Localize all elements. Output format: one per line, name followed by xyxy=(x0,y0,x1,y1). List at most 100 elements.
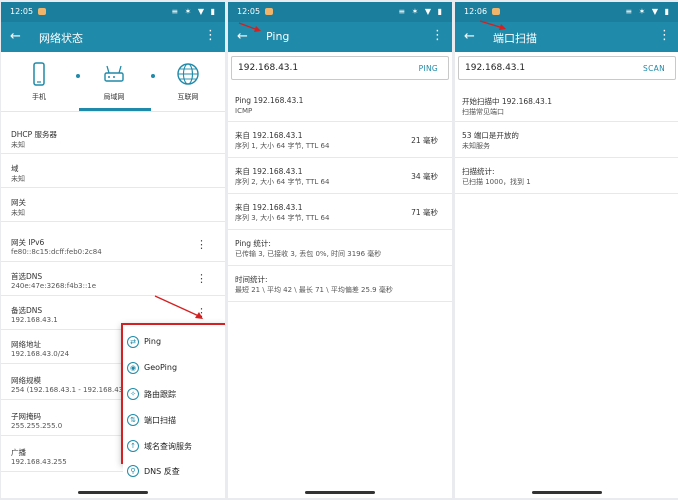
info-row-domain[interactable]: 域 未知 xyxy=(1,154,225,188)
info-label: 广播 xyxy=(11,448,26,457)
timing-title: 时间统计: xyxy=(235,275,268,284)
menu-item-label: 端口扫描 xyxy=(144,416,176,425)
stats-title: Ping 统计: xyxy=(235,239,271,248)
whois-icon: ↑ xyxy=(127,440,139,452)
network-nav: 手机 局域网 互联网 xyxy=(1,52,225,112)
row-more-icon[interactable]: ⋮ xyxy=(196,272,207,285)
scan-button[interactable]: SCAN xyxy=(643,64,665,73)
ping-result-row: 来自 192.168.43.1 序列 2, 大小 64 字节, TTL 64 3… xyxy=(228,158,452,194)
row-more-icon[interactable]: ⋮ xyxy=(196,238,207,251)
nav-internet-label: 互联网 xyxy=(177,93,199,101)
page-title: 端口扫描 xyxy=(493,32,537,45)
info-row-primary-dns[interactable]: 首选DNS 240e:47e:3268:f4b3::1e ⋮ xyxy=(1,262,225,296)
more-vertical-icon[interactable]: ⋮ xyxy=(658,28,671,43)
info-value: 未知 xyxy=(11,209,25,217)
info-value: 192.168.43.255 xyxy=(11,458,67,466)
more-vertical-icon[interactable]: ⋮ xyxy=(431,28,444,43)
timing-statistics: 时间统计: 最短 21 \ 平均 42 \ 最长 71 \ 平均偏差 25.9 … xyxy=(228,266,452,302)
status-bar: 12:05 ≡ ✶ ▼ ▮ xyxy=(228,2,452,22)
menu-item-whois[interactable]: ↑ 域名查询服务 xyxy=(123,433,225,459)
status-time: 12:06 xyxy=(464,7,488,16)
nav-phone[interactable]: 手机 xyxy=(14,62,64,102)
status-time: 12:05 xyxy=(10,7,34,16)
annotation-arrow-icon xyxy=(479,20,506,30)
reply-time: 71 毫秒 xyxy=(411,208,438,217)
geoping-icon: ◉ xyxy=(127,362,139,374)
menu-item-traceroute[interactable]: ✧ 路由跟踪 xyxy=(123,381,225,407)
page-title: 网络状态 xyxy=(39,32,83,45)
port-scan-icon: ⇅ xyxy=(127,414,139,426)
info-label: 首选DNS xyxy=(11,272,43,281)
arrow-left-icon[interactable]: ← xyxy=(464,29,475,44)
home-indicator[interactable] xyxy=(78,491,148,494)
more-vertical-icon[interactable]: ⋮ xyxy=(204,28,217,43)
info-row-dhcp[interactable]: DHCP 服务器 未知 xyxy=(1,120,225,154)
scan-start-block: 开始扫描中 192.168.43.1 扫描常见端口 xyxy=(455,88,678,122)
ping-result-row: 来自 192.168.43.1 序列 3, 大小 64 字节, TTL 64 7… xyxy=(228,194,452,230)
scan-stats-title: 扫描统计: xyxy=(462,167,495,176)
menu-item-ping[interactable]: ⇄ Ping xyxy=(123,329,225,355)
reply-from: 来自 192.168.43.1 xyxy=(235,131,303,140)
info-label: 网关 xyxy=(11,198,26,207)
info-label: 网关 IPv6 xyxy=(11,238,45,247)
info-row-gateway[interactable]: 网关 未知 xyxy=(1,188,225,222)
info-value: 未知 xyxy=(11,141,25,149)
open-port: 53 端口是开放的 xyxy=(462,131,519,140)
nav-lan-label: 局域网 xyxy=(103,93,125,101)
annotation-arrow-icon xyxy=(154,295,203,319)
menu-item-label: GeoPing xyxy=(144,363,178,372)
ping-protocol: ICMP xyxy=(235,107,253,115)
host-input-value: 192.168.43.1 xyxy=(238,63,299,73)
host-input[interactable]: 192.168.43.1 PING xyxy=(231,56,449,80)
scan-mode: 扫描常见端口 xyxy=(462,108,504,116)
menu-item-reverse-dns[interactable]: ⚲ DNS 反查 xyxy=(123,458,225,484)
reply-time: 34 毫秒 xyxy=(411,172,438,181)
system-status-icons: ≡ ✶ ▼ ▮ xyxy=(171,7,217,16)
nav-internet[interactable]: 互联网 xyxy=(163,62,213,102)
ping-statistics: Ping 统计: 已传输 3, 已接收 3, 丢包 0%, 时间 3196 毫秒 xyxy=(228,230,452,266)
menu-item-port-scan[interactable]: ⇅ 端口扫描 xyxy=(123,407,225,433)
traceroute-icon: ✧ xyxy=(127,388,139,400)
info-value: 254 (192.168.43.1 - 192.168.43.2... xyxy=(11,386,137,394)
app-notification-icon xyxy=(265,8,273,15)
nav-separator xyxy=(151,74,155,78)
info-value: 255.255.255.0 xyxy=(11,422,63,430)
network-status-screen: 12:05 ≡ ✶ ▼ ▮ ← 网络状态 ⋮ 手机 局域网 互联网 DHCP 服… xyxy=(1,2,225,498)
scan-stats-value: 已扫描 1000，找到 1 xyxy=(462,178,531,186)
ping-screen: 12:05 ≡ ✶ ▼ ▮ ← Ping ⋮ 192.168.43.1 PING… xyxy=(228,2,452,498)
info-value: fe80::8c15:dcff:feb0:2c84 xyxy=(11,248,102,256)
ping-icon: ⇄ xyxy=(127,336,139,348)
nav-lan[interactable]: 局域网 xyxy=(89,62,139,102)
host-input-value: 192.168.43.1 xyxy=(465,63,526,73)
annotation-arrow-icon xyxy=(238,22,261,32)
menu-item-label: Ping xyxy=(144,337,162,346)
info-label: 网络地址 xyxy=(11,340,41,349)
info-label: 子网掩码 xyxy=(11,412,41,421)
scan-statistics-block: 扫描统计: 已扫描 1000，找到 1 xyxy=(455,158,678,194)
menu-item-geoping[interactable]: ◉ GeoPing xyxy=(123,355,225,381)
ping-result-row: 来自 192.168.43.1 序列 1, 大小 64 字节, TTL 64 2… xyxy=(228,122,452,158)
reply-detail: 序列 2, 大小 64 字节, TTL 64 xyxy=(235,178,330,186)
host-input[interactable]: 192.168.43.1 SCAN xyxy=(458,56,676,80)
status-time: 12:05 xyxy=(237,7,261,16)
port-scan-screen: 12:06 ≡ ✶ ▼ ▮ ← 端口扫描 ⋮ 192.168.43.1 SCAN… xyxy=(455,2,678,498)
ping-target: Ping 192.168.43.1 xyxy=(235,96,304,105)
search-icon: ⚲ xyxy=(127,465,139,477)
info-label: 域 xyxy=(11,164,19,173)
ping-header: Ping 192.168.43.1 ICMP xyxy=(228,88,452,122)
page-title: Ping xyxy=(266,30,290,43)
menu-item-label: 路由跟踪 xyxy=(144,390,176,399)
home-indicator[interactable] xyxy=(532,491,602,494)
phone-icon xyxy=(33,62,45,86)
reply-detail: 序列 3, 大小 64 字节, TTL 64 xyxy=(235,214,330,222)
app-notification-icon xyxy=(492,8,500,15)
info-label: 网络规模 xyxy=(11,376,41,385)
home-indicator[interactable] xyxy=(305,491,375,494)
port-service: 未知服务 xyxy=(462,142,490,150)
info-row-gateway-ipv6[interactable]: 网关 IPv6 fe80::8c15:dcff:feb0:2c84 ⋮ xyxy=(1,228,225,262)
ping-button[interactable]: PING xyxy=(419,64,438,73)
info-label: 备选DNS xyxy=(11,306,43,315)
app-notification-icon xyxy=(38,8,46,15)
system-status-icons: ≡ ✶ ▼ ▮ xyxy=(398,7,444,16)
arrow-left-icon[interactable]: ← xyxy=(10,29,21,44)
